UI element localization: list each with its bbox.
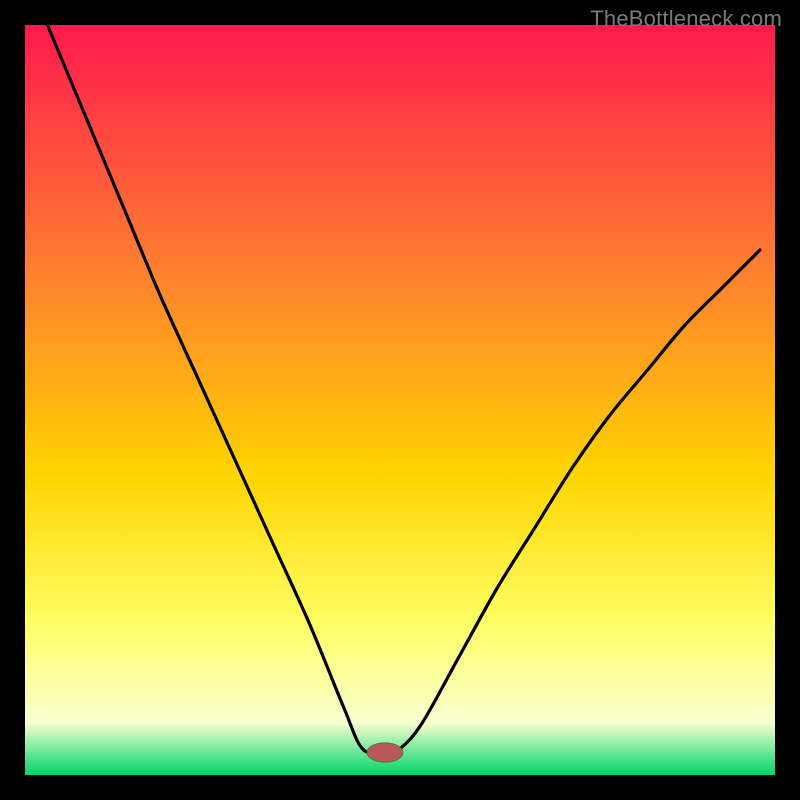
watermark-text: TheBottleneck.com (590, 6, 782, 32)
plot-area (25, 25, 775, 775)
optimal-point-marker (367, 743, 403, 762)
chart-frame: TheBottleneck.com (0, 0, 800, 800)
gradient-background (25, 25, 775, 775)
bottleneck-chart (25, 25, 775, 775)
